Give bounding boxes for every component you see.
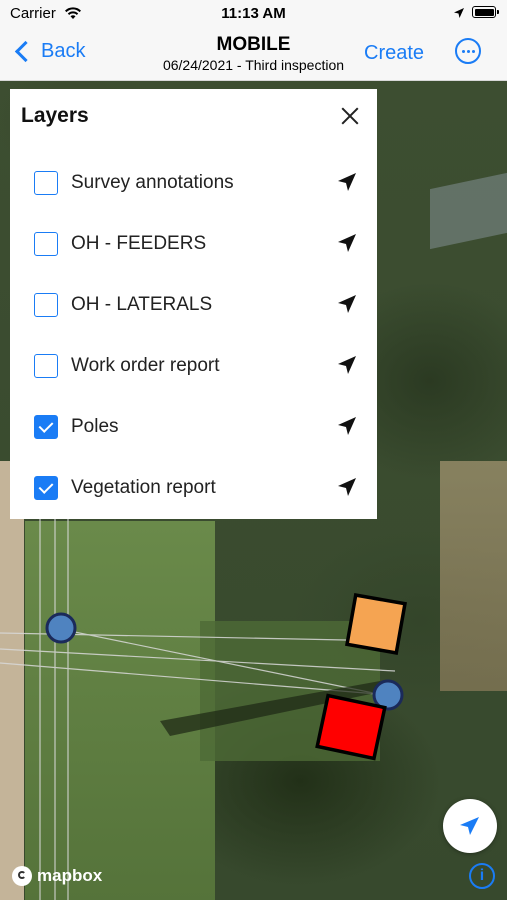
layer-item-survey-annotations[interactable]: Survey annotations: [10, 159, 377, 207]
layer-checkbox[interactable]: [34, 171, 58, 195]
location-arrow-icon[interactable]: [336, 232, 358, 254]
location-arrow-icon[interactable]: [336, 415, 358, 437]
mapbox-logo-icon: [12, 866, 32, 886]
mapbox-label: mapbox: [37, 866, 103, 885]
layer-label: Poles: [71, 416, 119, 437]
status-bar: Carrier 11:13 AM: [0, 0, 507, 28]
layer-checkbox[interactable]: [34, 476, 58, 500]
layer-item-work-order-report[interactable]: Work order report: [10, 342, 377, 390]
mapbox-attribution[interactable]: mapbox: [12, 866, 102, 886]
pole-marker[interactable]: [45, 612, 77, 644]
layer-item-vegetation-report[interactable]: Vegetation report: [10, 464, 377, 512]
location-arrow-icon[interactable]: [336, 171, 358, 193]
location-arrow-icon[interactable]: [336, 476, 358, 498]
layer-checkbox[interactable]: [34, 293, 58, 317]
vegetation-marker[interactable]: [345, 593, 407, 655]
vegetation-marker[interactable]: [315, 693, 387, 761]
create-button[interactable]: Create: [364, 42, 424, 65]
layers-title: Layers: [21, 104, 89, 127]
layer-label: OH - LATERALS: [71, 294, 213, 315]
layer-label: Vegetation report: [71, 477, 216, 498]
battery-icon: [472, 6, 499, 18]
location-arrow-icon: [460, 817, 479, 835]
layer-item-oh-laterals[interactable]: OH - LATERALS: [10, 281, 377, 329]
location-arrow-icon: [454, 8, 464, 18]
layer-item-oh-feeders[interactable]: OH - FEEDERS: [10, 220, 377, 268]
ellipsis-circle-icon[interactable]: [455, 38, 481, 64]
status-time: 11:13 AM: [221, 5, 286, 22]
locate-me-button[interactable]: [443, 799, 497, 853]
page-title: MOBILE: [216, 34, 291, 55]
location-arrow-icon[interactable]: [336, 354, 358, 376]
layer-label: OH - FEEDERS: [71, 233, 207, 254]
navigation-bar: Back MOBILE 06/24/2021 - Third inspectio…: [0, 28, 507, 81]
layer-checkbox[interactable]: [34, 415, 58, 439]
layer-label: Survey annotations: [71, 172, 234, 193]
info-icon[interactable]: i: [469, 863, 495, 889]
layers-panel: Layers Survey annotations OH - FEEDERS O…: [10, 89, 377, 519]
close-icon[interactable]: [341, 107, 359, 125]
page-subtitle: 06/24/2021 - Third inspection: [162, 57, 345, 73]
layer-item-poles[interactable]: Poles: [10, 403, 377, 451]
layer-label: Work order report: [71, 355, 220, 376]
location-arrow-icon[interactable]: [336, 293, 358, 315]
layer-checkbox[interactable]: [34, 354, 58, 378]
layer-checkbox[interactable]: [34, 232, 58, 256]
